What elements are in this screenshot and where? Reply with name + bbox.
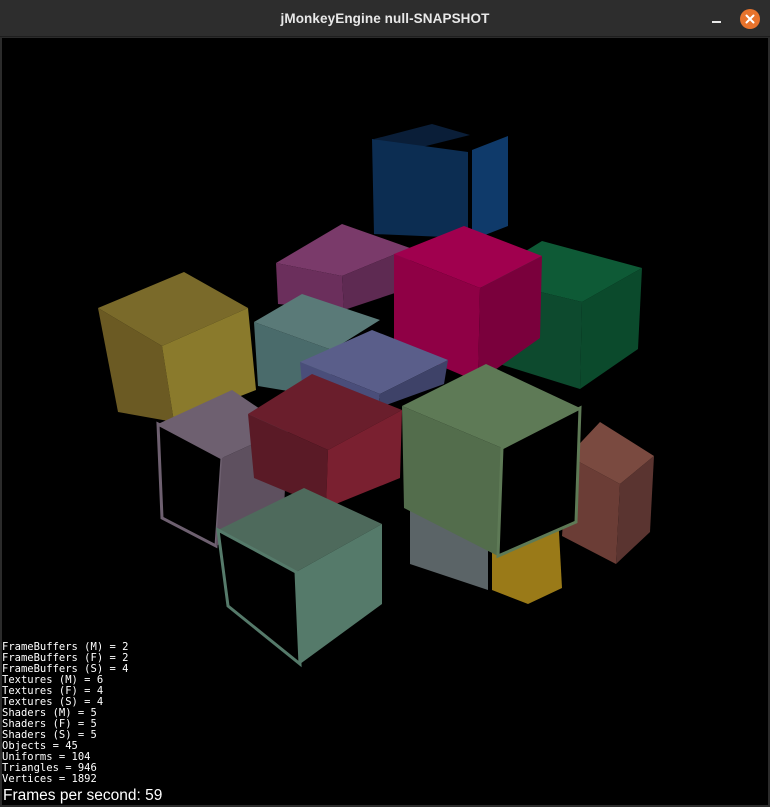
window-title: jMonkeyEngine null-SNAPSHOT — [280, 11, 490, 26]
fps-counter: Frames per second: 59 — [3, 787, 163, 804]
close-button[interactable] — [740, 9, 760, 29]
cube-blue-top — [372, 124, 508, 240]
minimize-icon — [712, 21, 721, 23]
close-icon — [745, 14, 755, 24]
stat-vertices: Vertices = 1892 — [2, 773, 97, 785]
window-titlebar[interactable]: jMonkeyEngine null-SNAPSHOT — [0, 0, 770, 37]
stats-overlay: FrameBuffers (M) = 2 FrameBuffers (F) = … — [2, 642, 128, 785]
minimize-button[interactable] — [709, 11, 725, 27]
render-viewport[interactable]: FrameBuffers (M) = 2 FrameBuffers (F) = … — [2, 38, 768, 805]
cube-purple — [276, 224, 410, 310]
